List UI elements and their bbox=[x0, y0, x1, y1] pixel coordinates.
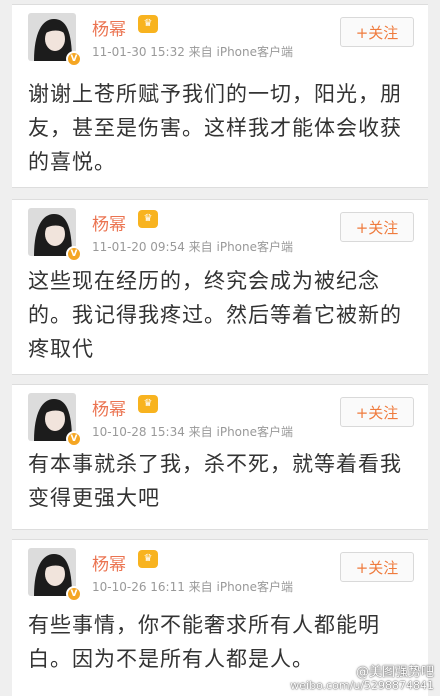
post-meta: 11-01-20 09:54 来自 iPhone客户端 bbox=[92, 240, 294, 254]
post-text: 这些现在经历的，终究会成为被纪念的。我记得我疼过。然后等着它被新的疼取代 bbox=[28, 269, 402, 361]
verified-badge-icon: V bbox=[66, 431, 82, 447]
watermark-url: weibo.com/u/5298874841 bbox=[290, 679, 434, 692]
vip-crown-icon: ♛ bbox=[138, 550, 158, 568]
username[interactable]: 杨幂 bbox=[92, 395, 126, 420]
weibo-post: V 杨幂 ♛ 11-01-30 15:32 来自 iPhone客户端 +关注 谢… bbox=[12, 4, 428, 188]
post-meta: 10-10-26 16:11 来自 iPhone客户端 bbox=[92, 580, 294, 594]
weibo-post: V 杨幂 ♛ 11-01-20 09:54 来自 iPhone客户端 +关注 这… bbox=[12, 199, 428, 375]
follow-button[interactable]: +关注 bbox=[340, 397, 414, 427]
weibo-feed: V 杨幂 ♛ 11-01-30 15:32 来自 iPhone客户端 +关注 谢… bbox=[0, 0, 440, 696]
verified-badge-icon: V bbox=[66, 51, 82, 67]
post-text: 谢谢上苍所赋予我们的一切，阳光，朋友，甚至是伤害。这样我才能体会收获的喜悦。 bbox=[28, 82, 402, 174]
vip-crown-icon: ♛ bbox=[138, 395, 158, 413]
follow-button[interactable]: +关注 bbox=[340, 212, 414, 242]
username[interactable]: 杨幂 bbox=[92, 210, 126, 235]
weibo-post: V 杨幂 ♛ 10-10-28 15:34 来自 iPhone客户端 +关注 有… bbox=[12, 384, 428, 530]
post-meta: 10-10-28 15:34 来自 iPhone客户端 bbox=[92, 425, 294, 439]
verified-badge-icon: V bbox=[66, 586, 82, 602]
watermark-name: @美图强势吧 bbox=[355, 665, 434, 680]
vip-crown-icon: ♛ bbox=[138, 15, 158, 33]
username[interactable]: 杨幂 bbox=[92, 15, 126, 40]
follow-button[interactable]: +关注 bbox=[340, 552, 414, 582]
vip-crown-icon: ♛ bbox=[138, 210, 158, 228]
verified-badge-icon: V bbox=[66, 246, 82, 262]
post-text: 有本事就杀了我，杀不死，就等着看我变得更强大吧 bbox=[28, 452, 402, 510]
follow-button[interactable]: +关注 bbox=[340, 17, 414, 47]
post-meta: 11-01-30 15:32 来自 iPhone客户端 bbox=[92, 45, 294, 59]
watermark: @美图强势吧 weibo.com/u/5298874841 bbox=[290, 666, 434, 692]
username[interactable]: 杨幂 bbox=[92, 550, 126, 575]
